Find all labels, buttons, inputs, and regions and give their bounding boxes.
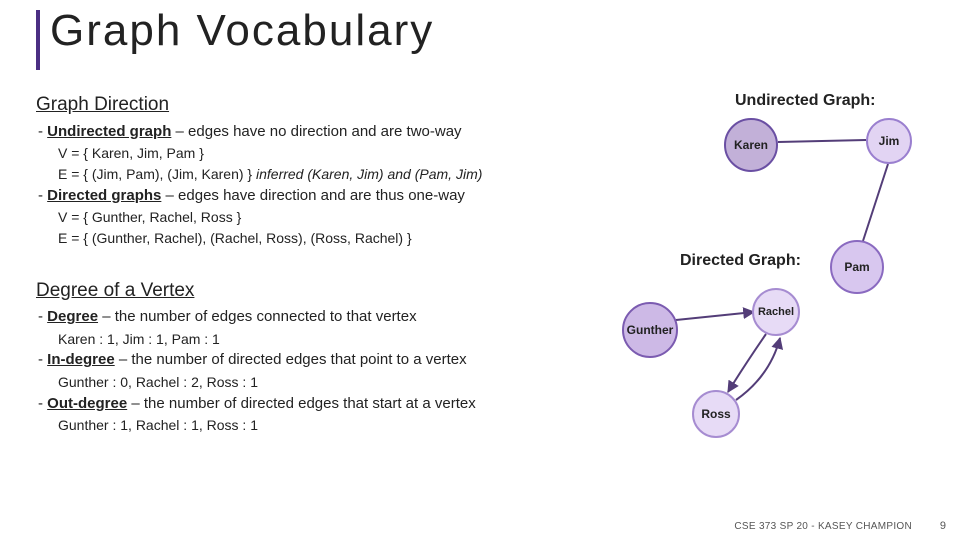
node-gunther: Gunther — [622, 302, 678, 358]
node-pam: Pam — [830, 240, 884, 294]
footer-text: CSE 373 SP 20 - KASEY CHAMPION — [734, 521, 912, 532]
undirected-term: Undirected graph — [47, 123, 171, 140]
indegree-def-row: - In-degree – the number of directed edg… — [36, 350, 636, 370]
node-karen: Karen — [724, 118, 778, 172]
undirected-v-set: V = { Karen, Jim, Pam } — [36, 144, 636, 163]
undirected-def: – edges have no direction and are two-wa… — [171, 123, 461, 140]
page-title: Graph Vocabulary — [50, 6, 434, 56]
undirected-e-literal: E = { (Jim, Pam), (Jim, Karen) } — [58, 166, 256, 182]
indegree-def: – the number of directed edges that poin… — [115, 351, 467, 368]
directed-e-set: E = { (Gunther, Rachel), (Rachel, Ross),… — [36, 229, 636, 248]
indegree-example: Gunther : 0, Rachel : 2, Ross : 1 — [36, 373, 636, 392]
outdegree-term: Out-degree — [47, 395, 127, 412]
directed-term: Directed graphs — [47, 187, 161, 204]
node-rachel: Rachel — [752, 288, 800, 336]
node-ross: Ross — [692, 390, 740, 438]
degree-term: Degree — [47, 308, 98, 325]
outdegree-example: Gunther : 1, Rachel : 1, Ross : 1 — [36, 416, 636, 435]
section-direction-heading: Graph Direction — [36, 92, 636, 118]
page-number: 9 — [940, 520, 946, 532]
outdegree-def: – the number of directed edges that star… — [127, 395, 476, 412]
accent-bar — [36, 10, 40, 70]
node-jim: Jim — [866, 118, 912, 164]
directed-graph-label: Directed Graph: — [680, 252, 801, 270]
undirected-e-set: E = { (Jim, Pam), (Jim, Karen) } inferre… — [36, 165, 636, 184]
directed-def: – edges have direction and are thus one-… — [161, 187, 465, 204]
degree-def: – the number of edges connected to that … — [98, 308, 417, 325]
degree-def-row: - Degree – the number of edges connected… — [36, 307, 636, 327]
section-degree-heading: Degree of a Vertex — [36, 278, 636, 304]
undirected-e-inferred: inferred (Karen, Jim) and (Pam, Jim) — [256, 166, 482, 182]
slide: Graph Vocabulary Graph Direction - Undir… — [0, 0, 960, 540]
directed-v-set: V = { Gunther, Rachel, Ross } — [36, 208, 636, 227]
indegree-term: In-degree — [47, 351, 115, 368]
undirected-graph-label: Undirected Graph: — [735, 92, 875, 110]
degree-example: Karen : 1, Jim : 1, Pam : 1 — [36, 330, 636, 349]
outdegree-def-row: - Out-degree – the number of directed ed… — [36, 394, 636, 414]
body-content: Graph Direction - Undirected graph – edg… — [36, 92, 636, 437]
directed-def-row: - Directed graphs – edges have direction… — [36, 186, 636, 206]
undirected-def-row: - Undirected graph – edges have no direc… — [36, 122, 636, 142]
